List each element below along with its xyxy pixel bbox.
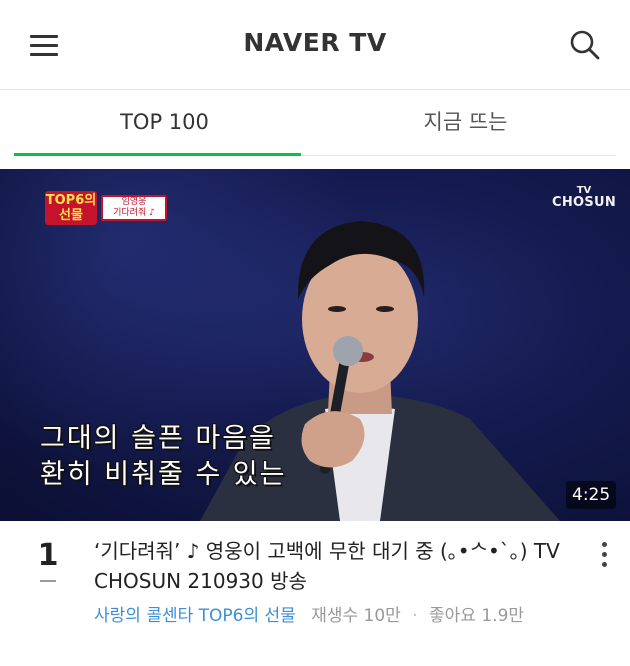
subtitle-line-2: 환히 비춰줄 수 있는 — [40, 459, 287, 490]
singer-name: 임영웅 — [121, 197, 147, 207]
song-caption-badge: 임영웅 기다려줘 ♪ — [101, 195, 167, 221]
video-thumbnail[interactable]: TOP6의 선물 임영웅 기다려줘 ♪ TV CHOSUN 그대의 슬픈 마음을… — [0, 169, 630, 521]
video-subtitle: 그대의 슬픈 마음을 환히 비춰줄 수 있는 — [40, 421, 286, 493]
search-icon[interactable] — [568, 28, 602, 62]
tab-top100[interactable]: TOP 100 — [14, 90, 315, 156]
video-meta: 사랑의 콜센타 TOP6의 선물 재생수 10만 · 좋아요 1.9만 — [94, 604, 524, 628]
tab-bar: TOP 100 지금 뜨는 — [14, 90, 616, 156]
video-duration: 4:25 — [566, 481, 617, 509]
like-count: 좋아요 1.9만 — [429, 606, 525, 626]
separator-dot: · — [412, 606, 418, 626]
tv-chosun-logo: TV CHOSUN — [552, 185, 617, 210]
rank-no-change-icon — [40, 580, 56, 582]
video-title[interactable]: ‘기다려줘’ ♪ 영웅이 고백에 무한 대기 중 (｡•ᄉ•`｡) TV CHO… — [94, 536, 564, 596]
more-vertical-icon[interactable] — [596, 540, 614, 572]
program-badge: TOP6의 선물 임영웅 기다려줘 ♪ — [45, 191, 173, 229]
view-count: 재생수 10만 — [311, 606, 401, 626]
rank-number: 1 — [37, 538, 59, 573]
subtitle-line-1: 그대의 슬픈 마음을 — [40, 423, 276, 454]
app-header: NAVER TV — [0, 0, 630, 90]
active-tab-indicator — [14, 153, 301, 156]
channel-link[interactable]: 사랑의 콜센타 TOP6의 선물 — [94, 606, 296, 626]
song-name: 기다려줘 ♪ — [113, 208, 155, 218]
naver-tv-logo[interactable]: NAVER TV — [0, 28, 630, 57]
tab-trending-now[interactable]: 지금 뜨는 — [315, 90, 616, 156]
top6-badge: TOP6의 선물 — [45, 191, 97, 225]
